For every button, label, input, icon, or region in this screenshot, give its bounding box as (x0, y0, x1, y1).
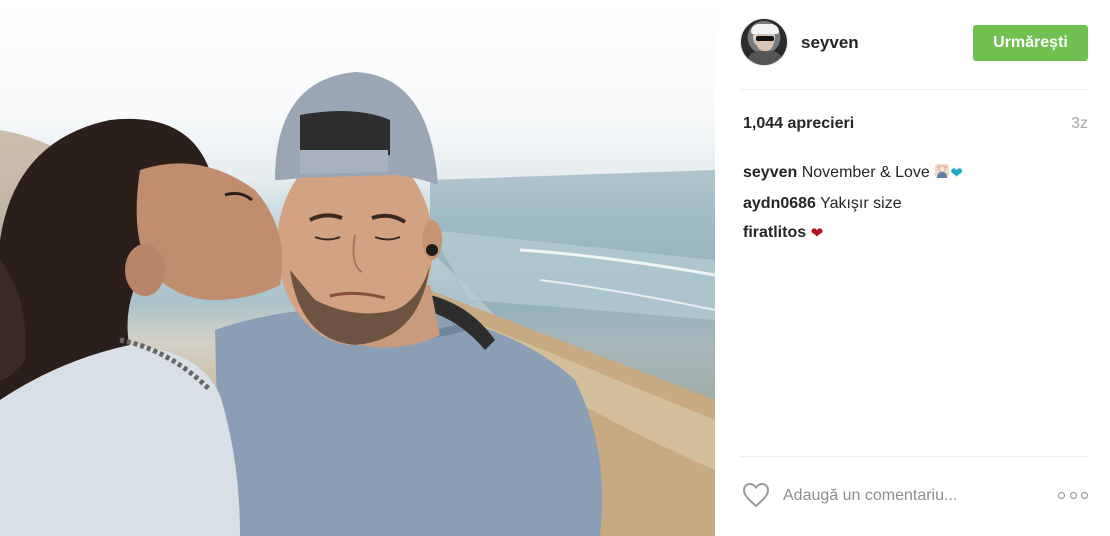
person-emoji-icon (935, 164, 950, 178)
comment-text: November & Love (801, 164, 930, 181)
list-item: seyven November & Love ❤ (743, 158, 1088, 189)
post-header: seyven Urmărești (715, 0, 1110, 89)
photo-illustration (0, 72, 715, 536)
post-photo[interactable] (0, 0, 715, 536)
list-item: firatlitos ❤ (743, 218, 1088, 249)
likes-count[interactable]: 1,044 aprecieri (743, 115, 854, 133)
follow-button[interactable]: Urmărești (973, 25, 1088, 61)
avatar[interactable] (740, 18, 788, 66)
post-time[interactable]: 3z (1071, 115, 1088, 133)
comment-text: Yakışır size (820, 194, 902, 212)
avatar-sunglasses (756, 36, 774, 41)
header-divider (740, 89, 1088, 90)
username-link[interactable]: seyven (801, 33, 859, 53)
dot (1069, 491, 1077, 499)
dot (1081, 491, 1088, 499)
list-item: aydn0686 Yakışır size (743, 189, 1088, 219)
comment-input[interactable] (783, 481, 1013, 511)
more-options-icon[interactable] (1058, 485, 1088, 505)
avatar-body (747, 51, 783, 65)
comments-list: seyven November & Love ❤ aydn0686 Yakışı… (743, 158, 1088, 249)
comment-author[interactable]: seyven (743, 164, 797, 181)
post-details-panel: seyven Urmărești 1,044 aprecieri 3z seyv… (715, 0, 1110, 536)
heart-outline-icon[interactable] (742, 482, 770, 508)
comment-author[interactable]: aydn0686 (743, 195, 816, 212)
avatar-hat (751, 24, 779, 34)
dot (1058, 491, 1065, 499)
blue-heart-icon: ❤ (950, 165, 963, 182)
red-heart-icon: ❤ (810, 225, 824, 242)
comment-bar (715, 457, 1110, 536)
comment-author[interactable]: firatlitos (743, 224, 806, 241)
